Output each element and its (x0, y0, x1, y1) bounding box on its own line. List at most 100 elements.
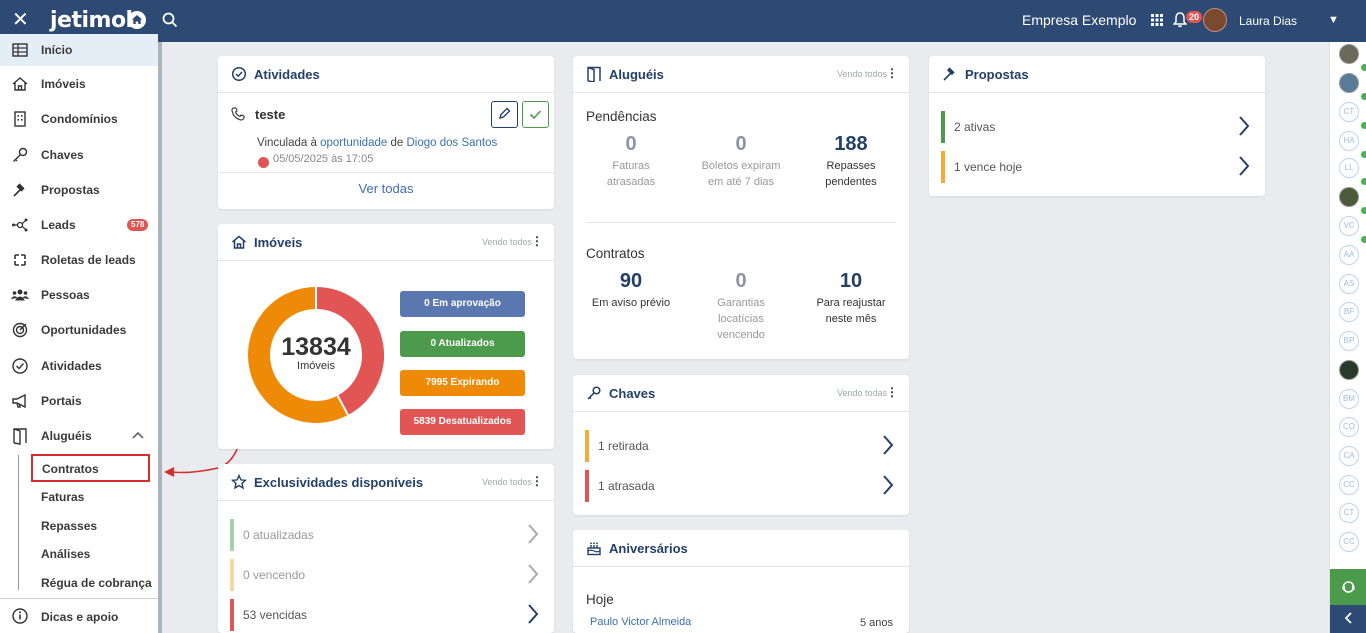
stat-garantias-vencendo[interactable]: 0 Garantias locatícias vencendo (686, 270, 796, 343)
row-label: 2 ativas (954, 120, 996, 134)
chaves-card: Chaves Vendo todas ⋮ 1 retirada 1 atrasa… (573, 375, 909, 515)
avatar[interactable]: BM (1339, 389, 1359, 409)
stat-desc: Em aviso prévio (591, 297, 671, 309)
support-button[interactable] (1330, 569, 1366, 605)
more-options-icon[interactable]: ⋮ (531, 475, 543, 487)
more-options-icon[interactable]: ⋮ (886, 386, 898, 398)
sidebar-item-propostas[interactable]: Propostas (0, 174, 158, 206)
avatar[interactable] (1339, 44, 1359, 64)
stat-faturas-atrasadas[interactable]: 0 Faturas atrasadas (576, 133, 686, 190)
pill-atualizados[interactable]: 0 Atualizados (400, 331, 525, 357)
stat-boletos-expiram[interactable]: 0 Boletos expiram em até 7 dias (686, 133, 796, 190)
check-circle-icon (11, 357, 29, 375)
filter-label[interactable]: Vendo todos (482, 477, 532, 487)
row-label: 0 atualizadas (243, 528, 314, 542)
avatar[interactable] (1339, 73, 1359, 93)
avatar[interactable] (1339, 187, 1359, 207)
edit-button[interactable] (491, 101, 518, 128)
avatar[interactable]: CC (1339, 475, 1359, 495)
sidebar-item-imoveis[interactable]: Imóveis (0, 68, 158, 100)
pill-desatualizados[interactable]: 5839 Desatualizados (400, 409, 525, 435)
chevron-right-icon (883, 435, 894, 455)
submenu-contratos[interactable]: Contratos (31, 454, 150, 482)
bell-icon[interactable] (1172, 12, 1188, 33)
stat-repasses-pendentes[interactable]: 188 Repasses pendentes (796, 133, 906, 190)
stat-aviso-previo[interactable]: 90 Em aviso prévio (576, 270, 686, 311)
search-icon[interactable] (162, 12, 178, 33)
close-icon[interactable]: ✕ (12, 10, 29, 30)
row-vencendo[interactable]: 0 vencendo (230, 559, 542, 591)
avatar[interactable]: VC (1339, 216, 1359, 236)
pill-expirando[interactable]: 7995 Expirando (400, 370, 525, 396)
sidebar-item-leads[interactable]: Leads 578 (0, 209, 158, 241)
sidebar-item-label: Propostas (41, 183, 100, 197)
filter-label[interactable]: Vendo todos (482, 237, 532, 247)
company-name[interactable]: Empresa Exemplo (1022, 12, 1136, 28)
gavel-icon (11, 181, 29, 199)
card-title: Aniversários (609, 541, 688, 556)
submenu-faturas[interactable]: Faturas (41, 490, 84, 504)
submenu-analises[interactable]: Análises (41, 547, 90, 561)
home-icon (11, 75, 29, 93)
stat-number: 0 (735, 133, 747, 155)
pill-em-aprovacao[interactable]: 0 Em aprovação (400, 291, 525, 317)
more-options-icon[interactable]: ⋮ (531, 235, 543, 247)
collapse-rail-button[interactable] (1330, 605, 1366, 633)
avatar[interactable]: BF (1339, 302, 1359, 322)
filter-label[interactable]: Vendo todas (837, 388, 887, 398)
row-atualizadas[interactable]: 0 atualizadas (230, 519, 542, 551)
avatar[interactable]: LL (1339, 158, 1359, 178)
avatar[interactable]: AS (1339, 274, 1359, 294)
row-vencidas[interactable]: 53 vencidas (230, 599, 542, 631)
card-header: Propostas (929, 56, 1265, 93)
sidebar-item-dicas[interactable]: Dicas e apoio (0, 598, 158, 633)
stat-para-reajustar[interactable]: 10 Para reajustar neste mês (796, 270, 906, 327)
sidebar-item-roletas[interactable]: Roletas de leads (0, 244, 158, 276)
avatar[interactable] (1339, 360, 1359, 380)
row-atrasada[interactable]: 1 atrasada (585, 470, 897, 502)
filter-label[interactable]: Vendo todos (837, 69, 887, 79)
activity-title[interactable]: teste (255, 107, 285, 122)
stat-number: 90 (619, 270, 643, 292)
avatar[interactable]: AA (1339, 245, 1359, 265)
more-options-icon[interactable]: ⋮ (886, 67, 898, 79)
avatar[interactable]: CO (1339, 417, 1359, 437)
sidebar-item-alugueis[interactable]: Aluguéis (0, 420, 158, 452)
avatar[interactable]: CC (1339, 532, 1359, 552)
sidebar-item-label: Portais (41, 394, 82, 408)
apps-grid-icon[interactable] (1151, 13, 1163, 31)
sidebar-item-pessoas[interactable]: Pessoas (0, 279, 158, 311)
avatar[interactable]: HA (1339, 131, 1359, 151)
sidebar-item-inicio[interactable]: Início (0, 34, 158, 66)
avatar[interactable]: BP (1339, 331, 1359, 351)
caret-down-icon[interactable]: ▼ (1328, 14, 1339, 26)
sidebar-item-portais[interactable]: Portais (0, 385, 158, 417)
user-name[interactable]: Laura Dias (1239, 14, 1297, 28)
person-link[interactable]: Diogo dos Santos (406, 137, 497, 149)
sidebar-item-oportunidades[interactable]: Oportunidades (0, 314, 158, 346)
row-retirada[interactable]: 1 retirada (585, 430, 897, 462)
row-vence-hoje[interactable]: 1 vence hoje (941, 151, 1253, 183)
sidebar-item-atividades[interactable]: Atividades (0, 350, 158, 382)
people-icon (11, 286, 29, 304)
user-avatar[interactable] (1203, 8, 1227, 32)
birthday-person-link[interactable]: Paulo Victor Almeida (590, 616, 691, 628)
submenu-repasses[interactable]: Repasses (41, 519, 97, 533)
avatar[interactable]: CT (1339, 102, 1359, 122)
megaphone-icon (11, 392, 29, 410)
status-dot (258, 157, 269, 168)
row-label: 1 atrasada (598, 479, 655, 493)
sidebar-item-chaves[interactable]: Chaves (0, 139, 158, 171)
exclusividades-card: Exclusividades disponíveis Vendo todos ⋮… (218, 464, 554, 633)
sidebar-item-label: Leads (41, 218, 76, 232)
complete-button[interactable] (522, 101, 549, 128)
submenu-regua-cobranca[interactable]: Régua de cobrança (41, 576, 152, 590)
ver-todas-link[interactable]: Ver todas (218, 181, 554, 196)
chevron-up-icon[interactable] (132, 430, 144, 442)
avatar[interactable]: CA (1339, 446, 1359, 466)
oportunidade-link[interactable]: oportunidade (320, 137, 387, 149)
online-dot (1361, 151, 1366, 158)
row-ativas[interactable]: 2 ativas (941, 111, 1253, 143)
sidebar-item-condominios[interactable]: Condomínios (0, 103, 158, 135)
avatar[interactable]: CT (1339, 503, 1359, 523)
